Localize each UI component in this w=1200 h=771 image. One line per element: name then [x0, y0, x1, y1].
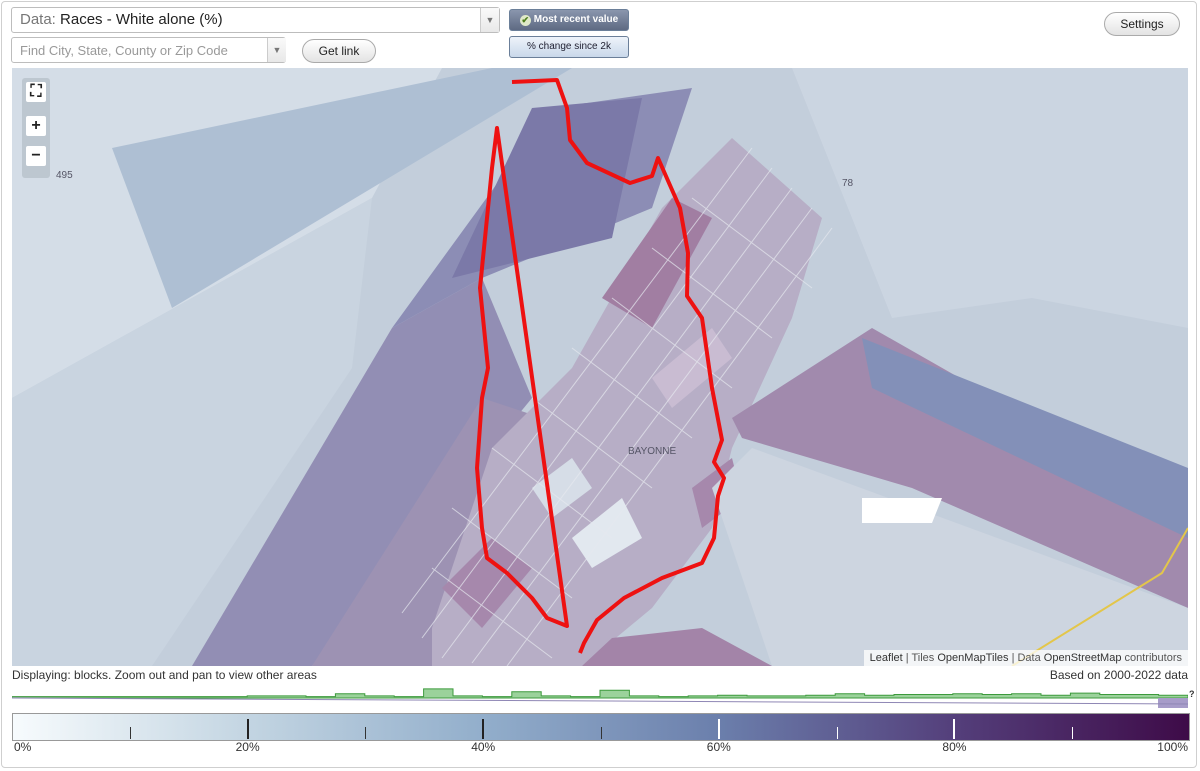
tiles-prefix: Tiles — [911, 652, 935, 664]
road-label: 495 — [56, 170, 73, 181]
attribution-separator: | — [905, 652, 909, 664]
zoom-out-button[interactable]: − — [26, 146, 46, 166]
map-canvas[interactable] — [12, 68, 1188, 666]
histogram-tail — [1158, 698, 1188, 708]
get-link-button[interactable]: Get link — [302, 39, 376, 63]
checkmark-icon: ✔ — [519, 15, 531, 26]
data-prefix: Data — [1017, 652, 1041, 664]
search-input[interactable] — [11, 37, 286, 63]
attribution-separator: | — [1011, 652, 1015, 664]
map-view[interactable]: BAYONNE 495 78 ⛶ + − Leaflet | Tiles Ope… — [12, 68, 1188, 666]
leaflet-link[interactable]: Leaflet — [870, 652, 903, 664]
data-select-prefix: Data: — [20, 11, 56, 28]
legend-label: 0% — [14, 740, 32, 754]
zoom-in-button[interactable]: + — [26, 116, 46, 136]
openstreetmap-link[interactable]: OpenStreetMap — [1044, 652, 1122, 664]
fullscreen-icon[interactable]: ⛶ — [26, 82, 46, 102]
legend-minor-tick — [601, 727, 602, 739]
most-recent-value-label: Most recent value — [533, 14, 619, 25]
data-select[interactable]: Data: Races - White alone (%) ▼ — [11, 7, 500, 33]
legend-label: 20% — [235, 740, 260, 754]
zoom-controls: ⛶ + − — [22, 78, 50, 178]
legend-major-tick — [482, 719, 485, 739]
histogram-baseline — [12, 697, 1188, 705]
value-histogram — [12, 688, 1188, 708]
data-range-status: Based on 2000-2022 data — [1049, 668, 1188, 682]
legend-label: 100% — [1157, 740, 1188, 754]
color-legend: 0% 20% 40% 60% 80% 100% — [12, 713, 1190, 757]
openmaptiles-link[interactable]: OpenMapTiles — [937, 652, 1008, 664]
legend-minor-tick — [365, 727, 367, 739]
legend-minor-tick — [1072, 727, 1074, 739]
help-icon[interactable]: ? — [1189, 689, 1195, 699]
chevron-down-icon[interactable]: ▼ — [480, 8, 499, 32]
map-attribution: Leaflet | Tiles OpenMapTiles | Data Open… — [863, 650, 1188, 666]
legend-label: 80% — [942, 740, 967, 754]
legend-label: 40% — [471, 740, 496, 754]
percent-change-button[interactable]: % change since 2k — [509, 36, 629, 58]
legend-major-tick — [717, 719, 720, 739]
histogram-area — [12, 688, 1188, 699]
displaying-status: Displaying: blocks. Zoom out and pan to … — [12, 668, 317, 682]
legend-minor-tick — [836, 727, 838, 739]
search-chevron-down-icon[interactable]: ▼ — [267, 38, 286, 62]
data-suffix: contributors — [1124, 652, 1182, 664]
place-label: BAYONNE — [628, 446, 677, 457]
legend-major-tick — [246, 719, 249, 739]
water-patch — [862, 498, 942, 523]
legend-minor-tick — [129, 727, 131, 739]
data-select-value: Races - White alone (%) — [60, 11, 223, 28]
legend-major-tick — [953, 719, 956, 739]
most-recent-value-button[interactable]: ✔ Most recent value — [509, 9, 629, 31]
settings-button[interactable]: Settings — [1104, 12, 1180, 36]
road-label: 78 — [842, 178, 854, 189]
legend-label: 60% — [706, 740, 731, 754]
